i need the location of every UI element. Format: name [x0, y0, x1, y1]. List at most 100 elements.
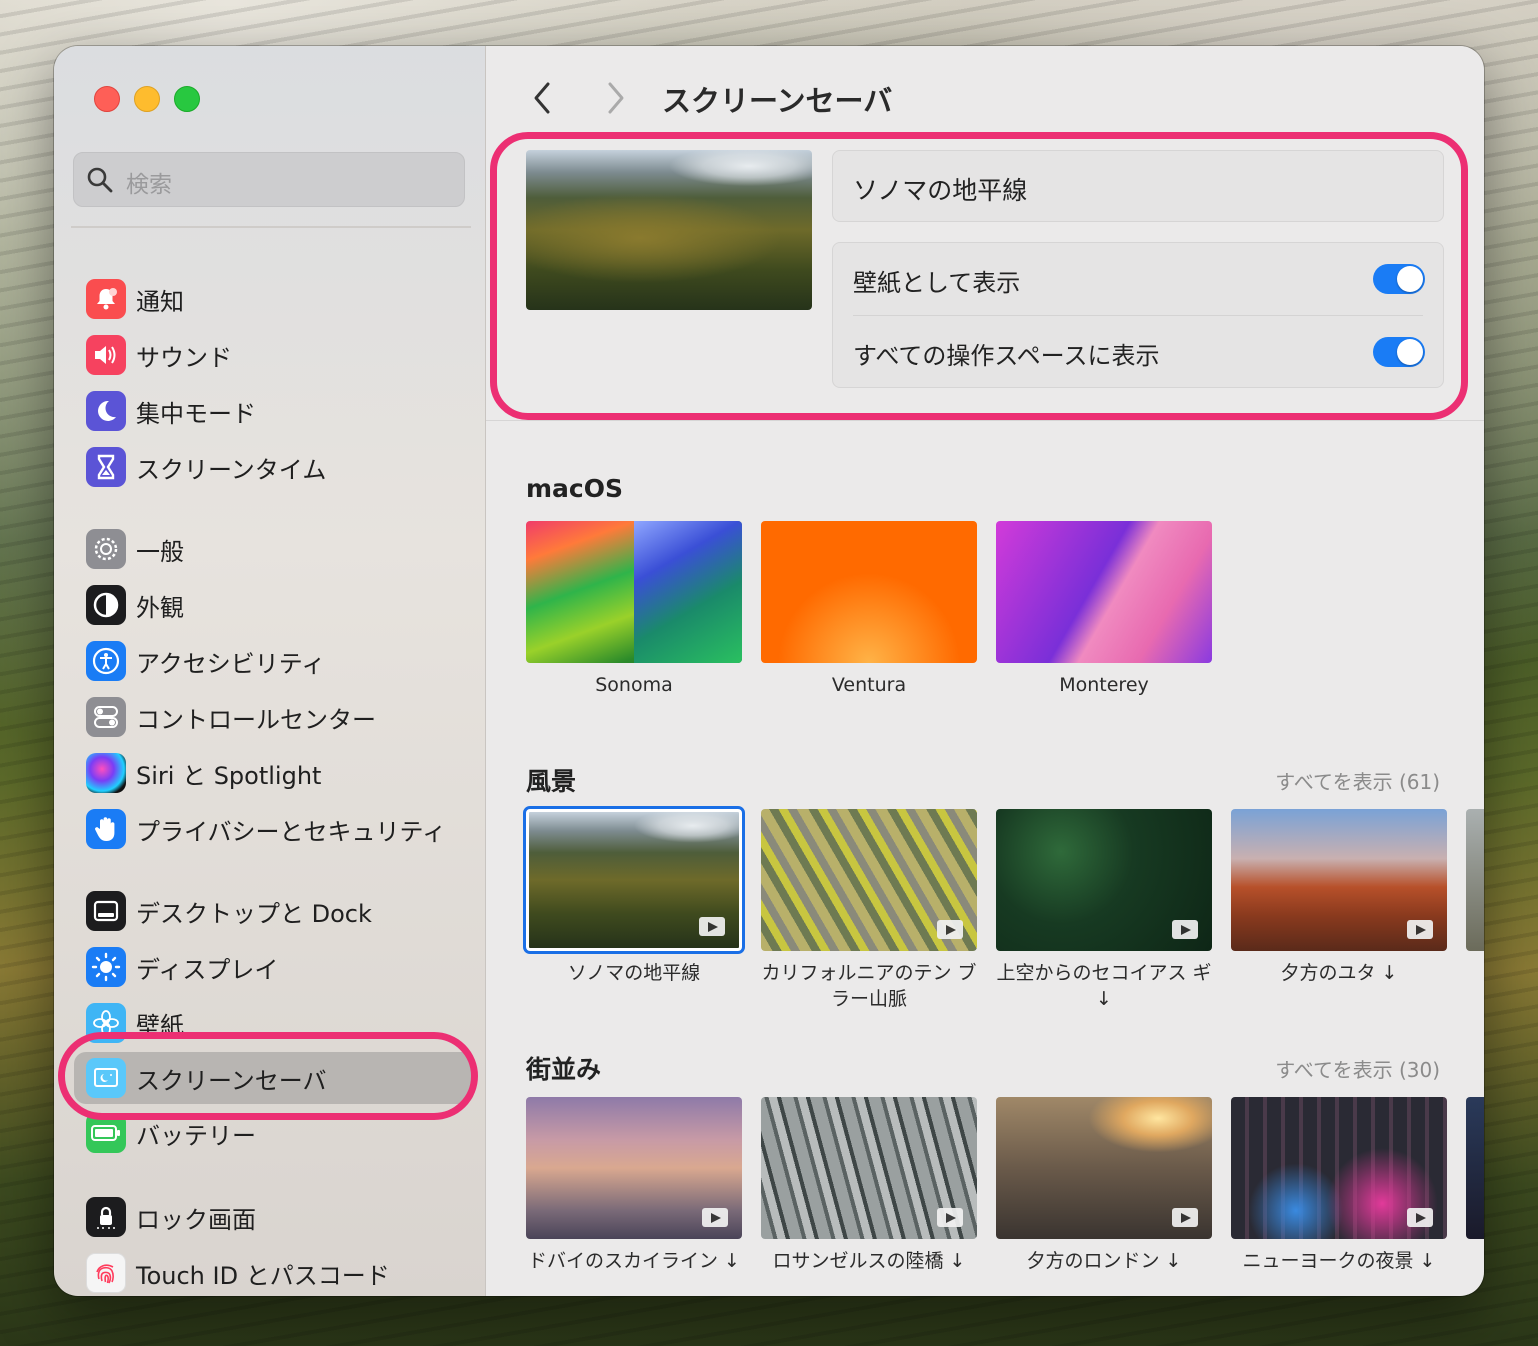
- sidebar-item-privacy-security[interactable]: プライバシーとセキュリティ: [74, 804, 474, 854]
- tile-caption: Sonoma: [595, 674, 673, 696]
- sidebar-item-label: スクリーンタイム: [136, 455, 327, 484]
- play-icon: [937, 1208, 963, 1227]
- main-pane: スクリーンセーバ ソノマの地平線 壁紙として表示 すべての操作スペースに表示 m…: [486, 46, 1484, 1296]
- screensaver-tile[interactable]: Ventura: [761, 521, 977, 698]
- sidebar-item-screen-saver[interactable]: スクリーンセーバ: [74, 1052, 474, 1104]
- tile-caption: Ventura: [831, 674, 907, 696]
- thumbnail-london: [996, 1097, 1212, 1239]
- sidebar-item-label: サウンド: [136, 343, 232, 372]
- siri-icon: [86, 753, 126, 793]
- show-all-cityscape-link[interactable]: すべてを表示 (30): [1275, 1054, 1440, 1083]
- hand-icon: [86, 809, 126, 849]
- sidebar-divider: [71, 226, 471, 228]
- thumbnail-monterey: [996, 521, 1212, 663]
- screensaver-tile[interactable]: Sonoma: [526, 521, 742, 698]
- sidebar-item-displays[interactable]: ディスプレイ: [74, 942, 474, 992]
- screensaver-tile[interactable]: 上空からのセコイアス ギ ↓: [996, 809, 1212, 1012]
- sidebar-item-battery[interactable]: バッテリー: [74, 1108, 474, 1158]
- screensaver-name: ソノマの地平線: [853, 176, 1028, 205]
- sidebar-item-desktop-dock[interactable]: デスクトップと Dock: [74, 886, 474, 936]
- sidebar-item-control-center[interactable]: コントロールセンター: [74, 692, 474, 742]
- search-icon: [87, 167, 113, 193]
- sidebar-item-label: 通知: [136, 287, 184, 316]
- tile-caption: 夕方のユタ ↓: [1280, 962, 1398, 984]
- thumbnail-sonoma-horizon: [523, 806, 745, 954]
- sidebar-item-screen-time[interactable]: スクリーンタイム: [74, 442, 474, 492]
- thumbnail-redwoods: [996, 809, 1212, 951]
- dock-icon: [86, 891, 126, 931]
- show-as-wallpaper-toggle[interactable]: [1373, 264, 1425, 294]
- tile-caption: 上空からのセコイアス ギ ↓: [996, 962, 1212, 1010]
- zoom-window-button[interactable]: [174, 86, 200, 112]
- brightness-icon: [86, 947, 126, 987]
- screensaver-tile[interactable]: カリフォルニアのテン ブラー山脈: [761, 809, 977, 1012]
- settings-window: 検索 通知 サウンド 集中モード スクリーンタイム 一般 外観 アクセシビリティ…: [54, 46, 1484, 1296]
- close-window-button[interactable]: [94, 86, 120, 112]
- thumbnail-ventura: [761, 521, 977, 663]
- flower-icon: [86, 1003, 126, 1043]
- play-icon: [702, 1208, 728, 1227]
- sidebar-item-label: スクリーンセーバ: [136, 1066, 327, 1095]
- thumbnail-sonoma: [526, 521, 742, 663]
- chevron-right-icon[interactable]: [600, 80, 630, 116]
- fingerprint-icon: [86, 1253, 126, 1293]
- sidebar-item-accessibility[interactable]: アクセシビリティ: [74, 636, 474, 686]
- sidebar-item-siri-spotlight[interactable]: Siri と Spotlight: [74, 748, 474, 798]
- screensaver-options: 壁紙として表示 すべての操作スペースに表示: [832, 242, 1444, 388]
- appearance-icon: [86, 585, 126, 625]
- sidebar-item-label: 一般: [136, 537, 184, 566]
- tile-caption: ロサンゼルスの陸橋 ↓: [772, 1250, 966, 1272]
- thumbnail-dubai: [526, 1097, 742, 1239]
- sidebar-item-label: 外観: [136, 593, 184, 622]
- thumbnail-temblor-range: [761, 809, 977, 951]
- sidebar-item-touch-id[interactable]: Touch ID とパスコード: [74, 1248, 474, 1296]
- moon-icon: [86, 391, 126, 431]
- sidebar-item-label: バッテリー: [136, 1121, 256, 1150]
- screensaver-name-field: ソノマの地平線: [832, 150, 1444, 222]
- chevron-left-icon[interactable]: [528, 80, 558, 116]
- thumbnail-utah: [1231, 809, 1447, 951]
- section-title-cityscape: 街並み: [526, 1055, 602, 1084]
- speaker-icon: [86, 335, 126, 375]
- option-row-show-as-wallpaper: 壁紙として表示: [833, 243, 1443, 315]
- page-title: スクリーンセーバ: [662, 84, 893, 118]
- sidebar-item-sound[interactable]: サウンド: [74, 330, 474, 380]
- sidebar-item-lock-screen[interactable]: ロック画面: [74, 1192, 474, 1242]
- search-input[interactable]: 検索: [73, 152, 465, 207]
- thumbnail-la-overpass: [761, 1097, 977, 1239]
- screensaver-tile[interactable]: ニューヨークの夜景 ↓: [1231, 1097, 1447, 1274]
- sidebar-item-notifications[interactable]: 通知: [74, 274, 474, 324]
- sidebar-item-appearance[interactable]: 外観: [74, 580, 474, 630]
- screensaver-tile[interactable]: Monterey: [996, 521, 1212, 698]
- toolbar: スクリーンセーバ: [486, 46, 1484, 146]
- play-icon: [1407, 1208, 1433, 1227]
- accessibility-icon: [86, 641, 126, 681]
- sidebar-item-label: 集中モード: [136, 399, 256, 428]
- hourglass-icon: [86, 447, 126, 487]
- play-icon: [1172, 1208, 1198, 1227]
- screensaver-tile[interactable]: 夕方のロンドン ↓: [996, 1097, 1212, 1274]
- tile-overflow-peek: [1466, 1097, 1484, 1239]
- sidebar-item-label: ディスプレイ: [136, 955, 279, 984]
- screensaver-tile-selected[interactable]: ソノマの地平線: [523, 806, 745, 986]
- sidebar-item-focus[interactable]: 集中モード: [74, 386, 474, 436]
- screensaver-icon: [86, 1058, 126, 1098]
- option-label: 壁紙として表示: [853, 269, 1021, 297]
- tile-overflow-peek: [1466, 809, 1484, 951]
- sidebar-item-wallpaper[interactable]: 壁紙: [74, 998, 474, 1048]
- minimize-window-button[interactable]: [134, 86, 160, 112]
- screensaver-tile[interactable]: ロサンゼルスの陸橋 ↓: [761, 1097, 977, 1274]
- sidebar-item-general[interactable]: 一般: [74, 524, 474, 574]
- tile-caption: Monterey: [1059, 674, 1149, 696]
- sidebar-item-label: プライバシーとセキュリティ: [136, 817, 447, 846]
- screensaver-tile[interactable]: ドバイのスカイライン ↓: [526, 1097, 742, 1274]
- search-placeholder: 検索: [126, 172, 172, 198]
- show-all-landscape-link[interactable]: すべてを表示 (61): [1275, 766, 1440, 795]
- screensaver-tile[interactable]: 夕方のユタ ↓: [1231, 809, 1447, 986]
- section-title-macos: macOS: [526, 474, 623, 503]
- sidebar-item-label: コントロールセンター: [136, 705, 376, 734]
- gear-icon: [86, 529, 126, 569]
- play-icon: [699, 917, 725, 936]
- show-on-all-spaces-toggle[interactable]: [1373, 337, 1425, 367]
- tile-caption: ソノマの地平線: [567, 962, 701, 984]
